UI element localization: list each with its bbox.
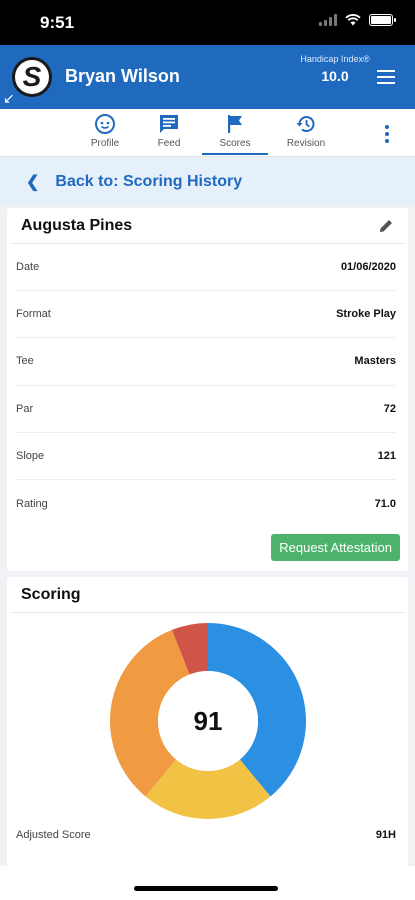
back-label: Back to: Scoring History [55,172,243,190]
status-icons [319,14,396,26]
detail-value: Stroke Play [336,308,396,321]
course-name: Augusta Pines [21,216,133,234]
detail-row-format: Format Stroke Play [16,291,396,339]
history-icon [296,116,315,133]
adjusted-score-value: 91H [375,829,396,841]
status-bar: 9:51 [0,0,415,45]
flag-icon [228,115,242,133]
handicap-index: Handicap Index® 10.0 [300,54,370,84]
face-icon [95,114,115,134]
total-score: 91 [158,671,258,771]
detail-value: 01/06/2020 [340,261,396,274]
tab-revision[interactable]: Revision [276,113,336,149]
detail-label: Tee [16,355,34,368]
status-time: 9:51 [40,13,75,32]
tab-label: Scores [219,138,251,149]
card-header: Augusta Pines [11,208,404,244]
chevron-left-icon: ❮ [26,173,40,191]
detail-value: 72 [383,402,396,415]
detail-row-slope: Slope 121 [16,433,396,480]
home-indicator[interactable] [134,886,278,891]
detail-label: Rating [16,497,48,510]
handicap-label: Handicap Index® [300,54,370,64]
tab-label: Revision [286,138,326,149]
detail-label: Format [16,308,51,321]
card-header: Scoring [11,577,404,613]
signal-icon [319,14,337,26]
details-list: Date 01/06/2020 Format Stroke Play Tee M… [7,244,408,527]
detail-row-tee: Tee Masters [16,338,396,386]
scoring-title: Scoring [21,585,81,603]
collapse-arrow-icon[interactable]: ↙ [3,90,15,107]
tab-scores[interactable]: Scores [202,113,268,155]
app-logo[interactable]: S [12,57,52,97]
adjusted-score-label: Adjusted Score [16,829,91,841]
edit-pencil-icon[interactable] [378,218,394,234]
adjusted-score-row: Adjusted Score 91H [16,829,396,841]
tab-label: Profile [90,138,120,149]
detail-label: Par [16,402,34,415]
request-attestation-button[interactable]: Request Attestation [271,534,400,561]
tab-label: Feed [157,138,181,149]
feed-icon [160,115,178,133]
tab-bar: Profile Feed Scores Revision [0,109,415,157]
detail-label: Slope [16,449,45,462]
tab-profile[interactable]: Profile [75,113,135,149]
detail-label: Date [16,261,40,274]
detail-value: Masters [354,355,396,368]
battery-icon [369,14,396,26]
scoring-card: Scoring 91 Adjusted Score 91H [7,577,408,867]
tab-feed[interactable]: Feed [139,113,199,149]
handicap-value: 10.0 [321,68,349,84]
detail-row-rating: Rating 71.0 [16,480,396,527]
course-details-card: Augusta Pines Date 01/06/2020 Format Str… [7,208,408,571]
detail-row-date: Date 01/06/2020 [16,244,396,292]
detail-value: 71.0 [374,497,396,510]
detail-row-par: Par 72 [16,386,396,433]
more-options-icon[interactable] [385,125,389,143]
scoring-donut: 91 [108,621,308,821]
detail-value: 121 [377,449,396,462]
back-to-history[interactable]: ❮ Back to: Scoring History [0,158,415,205]
hamburger-menu-icon[interactable] [377,70,395,88]
bottom-bar [0,866,415,900]
user-name: Bryan Wilson [65,66,180,86]
wifi-icon [345,14,361,26]
app-header: S ↙ Bryan Wilson Handicap Index® 10.0 [0,45,415,109]
